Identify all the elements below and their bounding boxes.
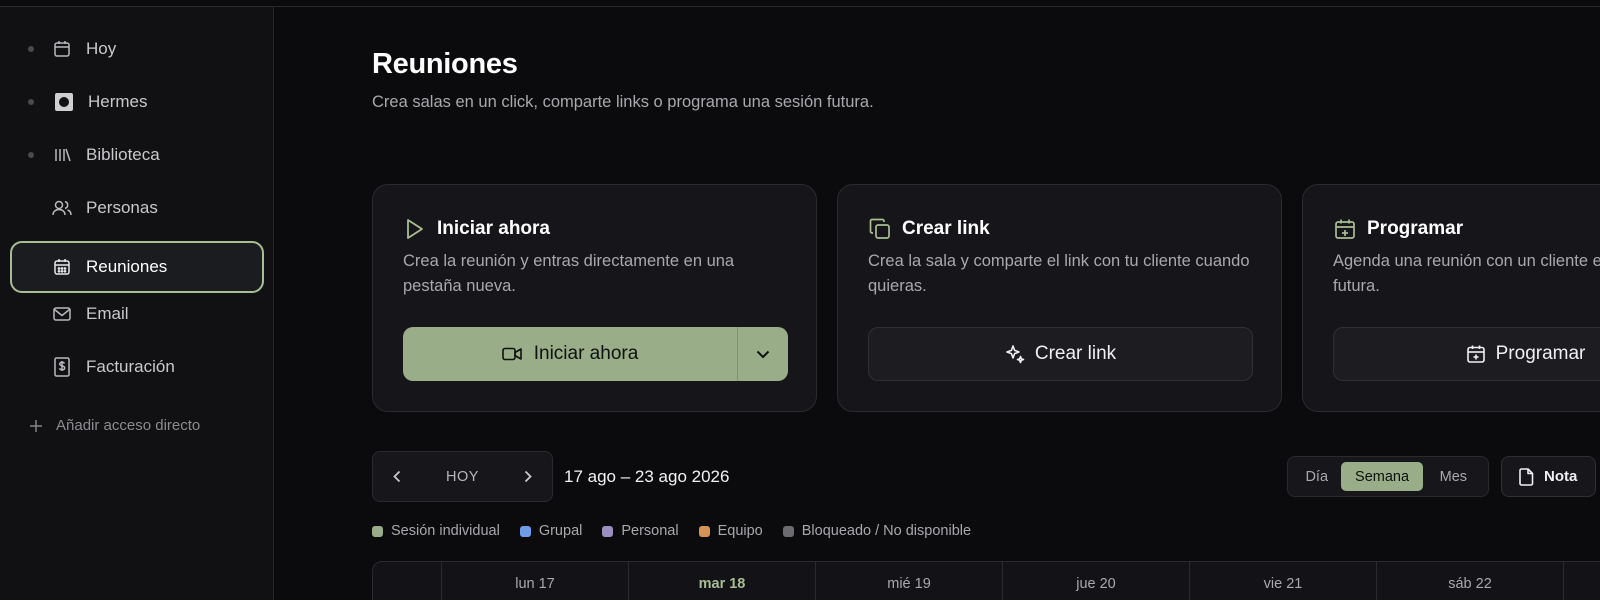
- day-header-tue[interactable]: mar 18: [629, 562, 816, 600]
- view-toggle: Día Semana Mes: [1287, 456, 1489, 497]
- card-header: Programar: [1333, 217, 1463, 241]
- start-now-button-label: Iniciar ahora: [533, 343, 639, 364]
- sidebar-item-label: Personas: [86, 198, 158, 217]
- today-button[interactable]: HOY: [446, 469, 479, 485]
- page-subtitle: Crea salas en un click, comparte links o…: [372, 93, 874, 111]
- app-root: Hoy Hermes Biblioteca Personas Reuniones…: [0, 0, 1600, 600]
- date-navigator: HOY: [372, 451, 553, 502]
- add-shortcut-button[interactable]: Añadir acceso directo: [28, 417, 200, 434]
- nav-dot: [28, 99, 34, 105]
- legend-item: Personal: [602, 523, 679, 539]
- next-week-button[interactable]: [524, 470, 532, 483]
- view-month-option[interactable]: Mes: [1423, 462, 1484, 491]
- sidebar-item-reuniones[interactable]: Reuniones: [10, 241, 264, 293]
- sidebar-item-label: Hoy: [86, 39, 117, 58]
- hermes-logo-icon: [54, 92, 74, 112]
- start-now-dropdown[interactable]: [738, 327, 788, 381]
- calendar-plus-icon: [1333, 217, 1357, 241]
- page-title: Reuniones: [372, 48, 518, 80]
- legend-item: Grupal: [519, 523, 583, 539]
- file-icon: [1518, 467, 1534, 486]
- legend-item: Equipo: [698, 523, 763, 539]
- card-description: Crea la sala y comparte el link con tu c…: [868, 252, 1250, 295]
- date-range-label: 17 ago – 23 ago 2026: [564, 467, 730, 486]
- legend-label: Equipo: [717, 523, 763, 539]
- legend-swatch: [372, 525, 383, 537]
- sparkle-icon: [1005, 344, 1025, 364]
- users-icon: [52, 198, 72, 218]
- play-icon: [403, 217, 427, 241]
- day-header-sat[interactable]: sáb 22: [1377, 562, 1564, 600]
- start-now-button-group: Iniciar ahora: [403, 327, 788, 381]
- chevron-down-icon: [756, 350, 770, 359]
- nav-dot: [28, 46, 34, 52]
- start-now-button[interactable]: Iniciar ahora: [403, 327, 737, 381]
- time-gutter: [373, 562, 442, 600]
- day-header-fri[interactable]: vie 21: [1190, 562, 1377, 600]
- sidebar-item-facturacion[interactable]: Facturación: [10, 341, 264, 393]
- legend-item: Sesión individual: [372, 523, 500, 539]
- create-link-card: Crear link Crea la sala y comparte el li…: [837, 184, 1282, 412]
- sidebar-item-hoy[interactable]: Hoy: [10, 23, 264, 75]
- legend-label: Grupal: [538, 523, 583, 539]
- event-legend: Sesión individual Grupal Personal Equipo…: [372, 523, 991, 539]
- card-description: Crea la reunión y entras directamente en…: [403, 252, 735, 295]
- mail-icon: [52, 304, 72, 324]
- start-now-card: Iniciar ahora Crea la reunión y entras d…: [372, 184, 817, 412]
- calendar-grid-icon: [52, 257, 72, 277]
- invoice-icon: [52, 357, 72, 377]
- legend-label: Personal: [621, 523, 679, 539]
- card-header: Crear link: [868, 217, 990, 241]
- note-button[interactable]: Nota: [1501, 456, 1596, 497]
- week-calendar: lun 17 mar 18 mié 19 jue 20 vie 21 sáb 2…: [372, 561, 1600, 600]
- legend-swatch: [782, 525, 794, 537]
- card-description: Agenda una reunión con un cliente en una…: [1333, 252, 1600, 295]
- sidebar-item-label: Facturación: [86, 357, 175, 376]
- sidebar-item-personas[interactable]: Personas: [10, 182, 264, 234]
- card-title: Crear link: [902, 218, 990, 239]
- plus-icon: [28, 418, 44, 434]
- calendar-plus-icon: [1466, 344, 1486, 364]
- sidebar-item-label: Reuniones: [86, 257, 168, 276]
- prev-week-button[interactable]: [393, 470, 401, 483]
- card-title: Iniciar ahora: [437, 218, 550, 239]
- sidebar-item-email[interactable]: Email: [10, 288, 264, 340]
- sidebar-item-hermes[interactable]: Hermes: [10, 76, 264, 128]
- day-header-thu[interactable]: jue 20: [1003, 562, 1190, 600]
- view-day-option[interactable]: Día: [1292, 462, 1341, 491]
- day-header-wed[interactable]: mié 19: [816, 562, 1003, 600]
- create-link-button-label: Crear link: [1034, 343, 1117, 364]
- note-button-label: Nota: [1544, 468, 1578, 485]
- card-header: Iniciar ahora: [403, 217, 550, 241]
- add-shortcut-label: Añadir acceso directo: [56, 417, 201, 434]
- copy-icon: [868, 217, 892, 241]
- view-week-option[interactable]: Semana: [1341, 462, 1423, 491]
- nav-dot: [28, 152, 34, 158]
- sidebar-item-label: Biblioteca: [86, 145, 160, 164]
- sidebar-item-biblioteca[interactable]: Biblioteca: [10, 129, 264, 181]
- legend-label: Bloqueado / No disponible: [801, 523, 972, 539]
- sidebar-item-label: Hermes: [88, 92, 148, 111]
- schedule-card: Programar Agenda una reunión con un clie…: [1302, 184, 1600, 412]
- create-link-button[interactable]: Crear link: [868, 327, 1253, 381]
- sidebar: Hoy Hermes Biblioteca Personas Reuniones…: [0, 7, 274, 600]
- chevron-right-icon: [524, 470, 532, 483]
- sidebar-item-label: Email: [86, 304, 129, 323]
- legend-swatch: [602, 525, 614, 537]
- day-header-mon[interactable]: lun 17: [442, 562, 629, 600]
- schedule-button[interactable]: Programar: [1333, 327, 1600, 381]
- legend-swatch: [519, 525, 531, 537]
- legend-item: Bloqueado / No disponible: [782, 523, 972, 539]
- legend-swatch: [698, 525, 710, 537]
- video-icon: [501, 347, 522, 361]
- chevron-left-icon: [393, 470, 401, 483]
- calendar-icon: [52, 39, 72, 59]
- library-icon: [52, 145, 72, 165]
- legend-label: Sesión individual: [391, 523, 500, 539]
- card-title: Programar: [1367, 218, 1464, 239]
- schedule-button-label: Programar: [1495, 343, 1586, 364]
